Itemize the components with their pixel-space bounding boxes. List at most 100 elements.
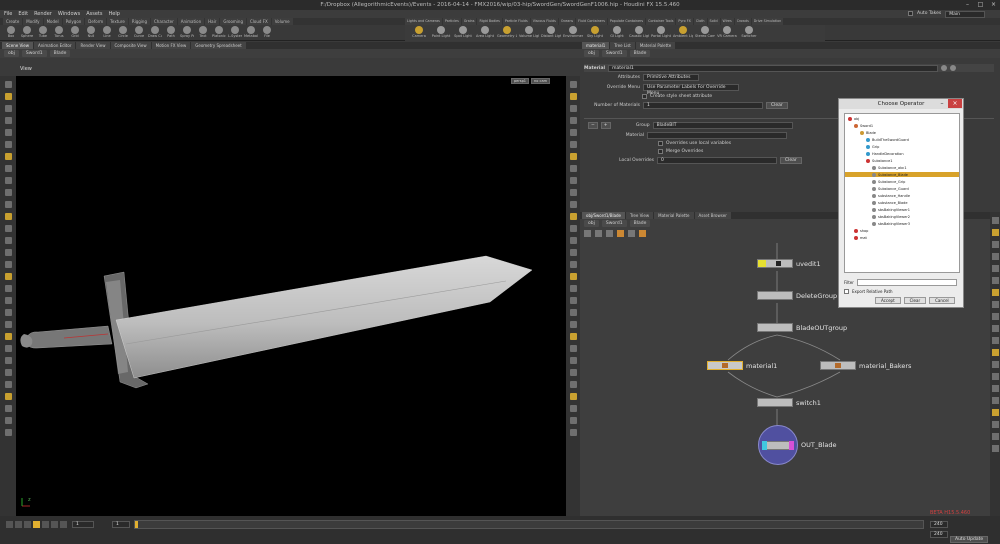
toolbar-tool-icon[interactable]	[991, 241, 999, 248]
menu-render[interactable]: Render	[34, 10, 52, 18]
next-key-icon[interactable]	[51, 521, 58, 528]
tree-item-buildtheswordguard[interactable]: BuildTheSwordGuard	[866, 137, 909, 142]
light-tool-vr-camera[interactable]: VR Camera	[717, 26, 737, 40]
toolbar-tool-icon[interactable]	[991, 385, 999, 392]
light-tool-stereo-camera[interactable]: Stereo Camera	[695, 26, 715, 40]
light-tab-lights-and-cameras[interactable]: Lights and Cameras	[405, 18, 442, 25]
tab-render-view[interactable]: Render View	[76, 42, 110, 49]
light-tab-fluid-containers[interactable]: Fluid Containers	[576, 18, 607, 25]
toolbar-tool-icon[interactable]	[991, 289, 999, 296]
material1-box[interactable]	[707, 361, 743, 370]
tool-tube[interactable]: Tube	[36, 26, 50, 40]
tab-scene-view[interactable]: Scene View	[2, 42, 33, 49]
clear-button[interactable]: Clear	[766, 102, 788, 109]
toolbar-tool-icon[interactable]	[569, 333, 577, 340]
tool-text[interactable]: Text	[196, 26, 210, 40]
tree-item-substance-handle[interactable]: substance_Handle	[872, 193, 910, 198]
toolbar-tool-icon[interactable]	[4, 357, 12, 364]
light-tab-populate-containers[interactable]: Populate Containers	[607, 18, 646, 25]
menu-help[interactable]: Help	[108, 10, 119, 18]
switch1-box[interactable]	[757, 398, 793, 407]
toolbar-tool-icon[interactable]	[4, 237, 12, 244]
toolbar-tool-icon[interactable]	[991, 421, 999, 428]
tree-item-blade[interactable]: Blade	[860, 130, 876, 135]
toolbar-tool-icon[interactable]	[569, 297, 577, 304]
tree-item-sbsbakingviewer3[interactable]: sbsBakingViewer3	[872, 221, 910, 226]
shelf-tab-cloud-fx[interactable]: Cloud FX	[247, 18, 271, 25]
toolbar-tool-icon[interactable]	[991, 217, 999, 224]
toolbar-tool-icon[interactable]	[569, 237, 577, 244]
group-field[interactable]: BladeBIT	[652, 122, 793, 129]
tree-item-substance-guard[interactable]: Substance_Guard	[872, 186, 909, 191]
toolbar-tool-icon[interactable]	[569, 381, 577, 388]
toolbar-tool-icon[interactable]	[4, 345, 12, 352]
light-tab-particles[interactable]: Particles	[442, 18, 461, 25]
first-frame-icon[interactable]	[6, 521, 13, 528]
node-material1[interactable]: material1	[707, 361, 777, 370]
dialog-close-icon[interactable]: ×	[948, 99, 962, 108]
tool-path[interactable]: Path	[164, 26, 178, 40]
play-icon[interactable]	[42, 521, 49, 528]
toolbar-tool-icon[interactable]	[569, 309, 577, 316]
toolbar-tool-icon[interactable]	[569, 81, 577, 88]
material-field[interactable]	[647, 132, 787, 139]
toolbar-tool-icon[interactable]	[569, 429, 577, 436]
toolbar-tool-icon[interactable]	[4, 249, 12, 256]
toolbar-tool-icon[interactable]	[569, 117, 577, 124]
current-frame-field[interactable]: 1	[72, 521, 94, 528]
toolbar-tool-icon[interactable]	[569, 177, 577, 184]
toolbar-tool-icon[interactable]	[4, 285, 12, 292]
node-material-bakers[interactable]: material_Bakers	[820, 361, 911, 370]
tab-motion-fx-view[interactable]: Motion FX View	[151, 42, 191, 49]
toolbar-tool-icon[interactable]	[4, 405, 12, 412]
shelf-tab-character[interactable]: Character	[150, 18, 177, 25]
path-obj[interactable]: obj	[4, 50, 19, 57]
tree-item-substance-blade[interactable]: substance_Blade	[872, 200, 908, 205]
toolbar-tool-icon[interactable]	[569, 405, 577, 412]
toolbar-tool-icon[interactable]	[991, 433, 999, 440]
tool-line[interactable]: Line	[100, 26, 114, 40]
toolbar-tool-icon[interactable]	[4, 213, 12, 220]
tree-item-shop[interactable]: shop	[854, 228, 868, 233]
param-path-sword1[interactable]: Sword1	[601, 50, 627, 57]
node-uvedit[interactable]: uvedit1	[757, 259, 821, 268]
light-tab-pyro-fx[interactable]: Pyro FX	[676, 18, 693, 25]
toolbar-tool-icon[interactable]	[569, 393, 577, 400]
net-tab-material-palette[interactable]: Material Palette	[654, 212, 694, 219]
toolbar-tool-icon[interactable]	[569, 273, 577, 280]
toolbar-tool-icon[interactable]	[991, 373, 999, 380]
shelf-tab-hair[interactable]: Hair	[205, 18, 220, 25]
toolbar-tool-icon[interactable]	[569, 225, 577, 232]
menu-windows[interactable]: Windows	[58, 10, 80, 18]
tree-item-substance1[interactable]: Substance1	[866, 158, 893, 163]
tree-item-substance-grip[interactable]: Substance_Grip	[872, 179, 905, 184]
tool-draw-curve[interactable]: Draw Curve	[148, 26, 162, 40]
light-tool-switcher[interactable]: Switcher	[739, 26, 759, 40]
param-tab-tree-list[interactable]: Tree List	[610, 42, 635, 49]
toolbar-tool-icon[interactable]	[991, 349, 999, 356]
tool-box[interactable]: Box	[4, 26, 18, 40]
tree-item-handledecoration[interactable]: HandleDecoration	[866, 151, 904, 156]
toolbar-tool-icon[interactable]	[569, 249, 577, 256]
auto-takes-checkbox[interactable]	[908, 11, 913, 16]
toolbar-tool-icon[interactable]	[569, 369, 577, 376]
toolbar-tool-icon[interactable]	[4, 333, 12, 340]
toolbar-tool-icon[interactable]	[4, 321, 12, 328]
toolbar-tool-icon[interactable]	[569, 357, 577, 364]
toolbar-tool-icon[interactable]	[4, 153, 12, 160]
menu-assets[interactable]: Assets	[86, 10, 102, 18]
param-tab-material1[interactable]: material1	[582, 42, 610, 49]
tool-sphere[interactable]: Sphere	[20, 26, 34, 40]
bladeoutgroup-box[interactable]	[757, 323, 793, 332]
shelf-tab-modify[interactable]: Modify	[23, 18, 43, 25]
light-tab-drive-simulation[interactable]: Drive Simulation	[751, 18, 784, 25]
toolbar-tool-icon[interactable]	[991, 229, 999, 236]
toolbar-tool-icon[interactable]	[4, 141, 12, 148]
light-tool-geometry-light[interactable]: Geometry Light	[497, 26, 517, 40]
toolbar-tool-icon[interactable]	[4, 261, 12, 268]
tree-item-mat[interactable]: mat	[854, 235, 867, 240]
light-tool-caustic-light[interactable]: Caustic Light	[629, 26, 649, 40]
toolbar-tool-icon[interactable]	[991, 337, 999, 344]
light-tool-point-light[interactable]: Point Light	[431, 26, 451, 40]
timeline-scrubber[interactable]	[134, 520, 924, 529]
